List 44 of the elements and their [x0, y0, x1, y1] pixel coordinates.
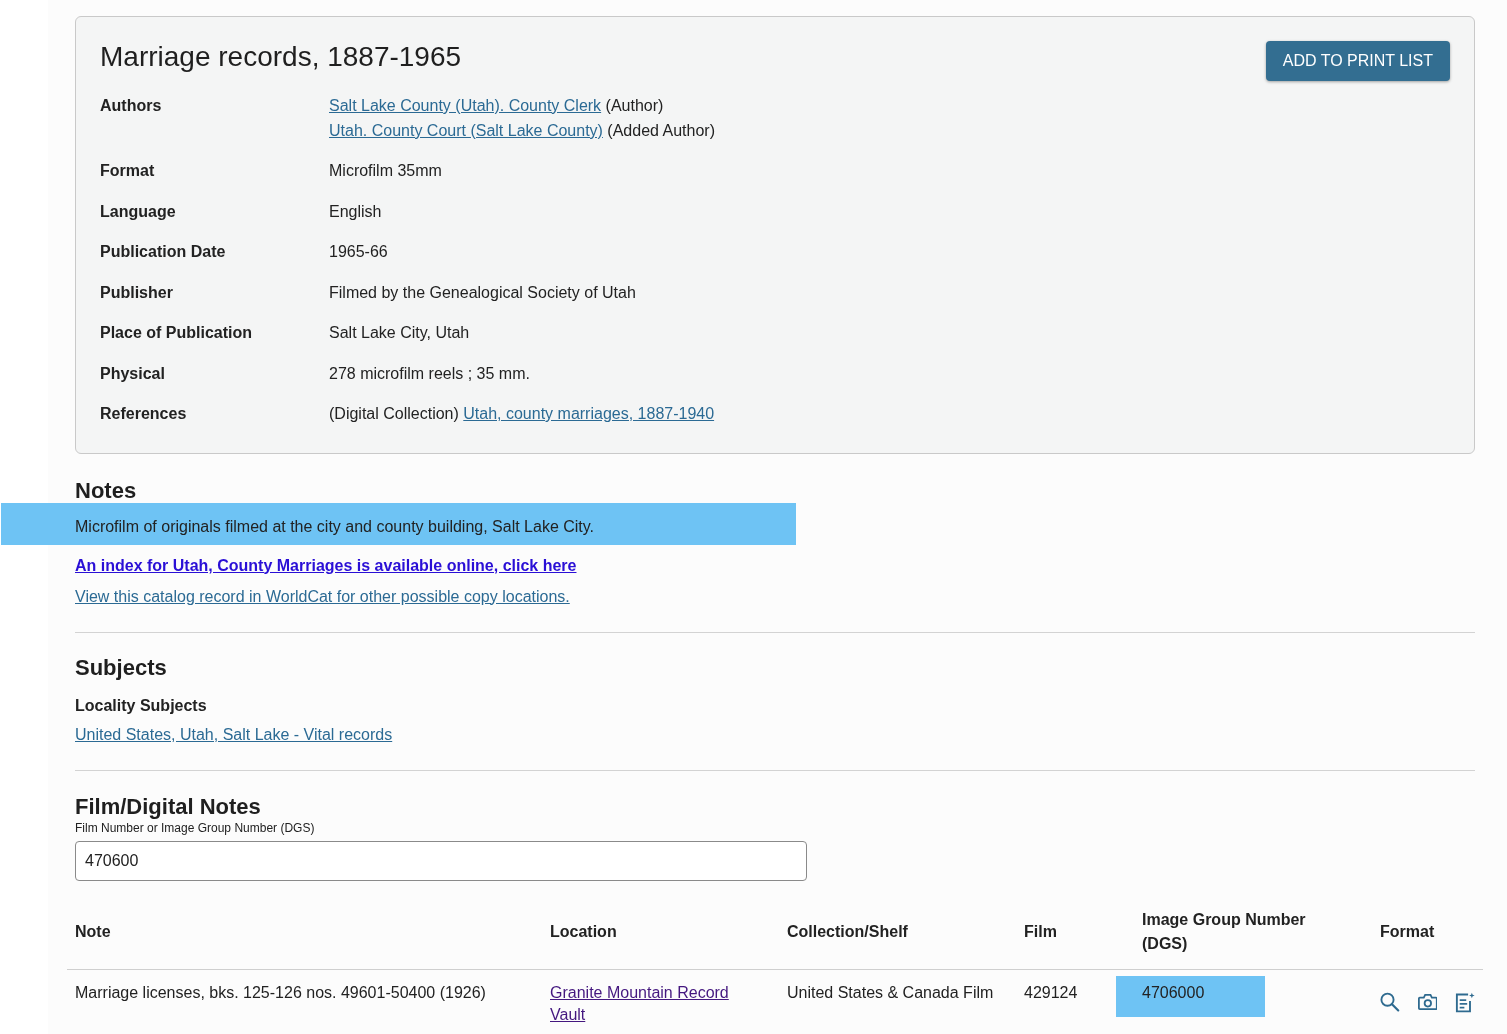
field-link[interactable]: Utah. County Court (Salt Lake County)	[329, 121, 603, 139]
column-header: Film	[1024, 921, 1057, 942]
subject-link[interactable]: United States, Utah, Salt Lake - Vital records	[75, 725, 393, 743]
field-label: Publication Date	[100, 242, 227, 262]
field-value: Microfilm 35mm	[329, 161, 443, 181]
section-heading: Notes	[75, 477, 138, 504]
field-label: Place of Publication	[100, 323, 254, 343]
field-label: Authors	[100, 96, 163, 116]
field-value: English	[329, 201, 383, 222]
column-header: Location	[550, 921, 617, 942]
column-header: Collection/Shelf	[787, 921, 908, 942]
field-label: Publisher	[100, 282, 174, 303]
table-cell: 4706000	[1116, 975, 1265, 1017]
field-label: References	[100, 404, 188, 424]
column-header: Image Group Number (DGS)	[1142, 909, 1307, 954]
film-number-field[interactable]: 470600	[75, 840, 807, 881]
field-value: Salt Lake County (Utah). County Clerk (Author)	[329, 96, 665, 116]
location-link[interactable]: Granite Mountain Record Vault	[550, 981, 746, 1026]
field-value: Filmed by the Genealogical Society of Utah	[329, 282, 637, 303]
field-link[interactable]: Salt Lake County (Utah). County Clerk	[329, 97, 602, 114]
field-label: Physical	[100, 363, 166, 384]
field-value: 1965-66	[329, 242, 389, 262]
column-header: Format	[1380, 921, 1435, 942]
field-label: Film Number or Image Group Number (DGS)	[75, 820, 316, 835]
field-value: Utah. County Court (Salt Lake County) (Added Author)	[329, 120, 716, 141]
add-to-print-list-button[interactable]: ADD TO PRINT LIST	[1265, 41, 1450, 81]
field-value: (Digital Collection) Utah, county marriages, 1887-1940	[329, 404, 716, 424]
index-link[interactable]: An index for Utah, County Marriages is available online, click here	[75, 556, 577, 574]
section-heading: Subjects	[75, 654, 168, 681]
field-value: Salt Lake City, Utah	[329, 323, 471, 343]
field-label: Format	[100, 161, 156, 181]
note-text: Microfilm of originals filmed at the city and county building, Salt Lake City.	[1, 502, 796, 545]
field-link[interactable]: Utah, county marriages, 1887-1940	[463, 405, 715, 422]
record-title: Marriage records, 1887-1965	[100, 40, 462, 74]
column-header: Note	[75, 921, 111, 942]
search-icon[interactable]	[1380, 990, 1400, 1013]
field-label: Language	[100, 201, 177, 222]
subject-group-title: Locality Subjects	[75, 695, 208, 716]
table-cell-text: United States & Canada Film	[787, 982, 994, 1003]
table-cell-text: 429124	[1024, 982, 1078, 1003]
worldcat-link[interactable]: View this catalog record in WorldCat for other possible copy locations.	[75, 587, 570, 605]
field-value: 278 microfilm reels ; 35 mm.	[329, 363, 531, 384]
table-cell-text: Marriage licenses, bks. 125-126 nos. 49601-50400 (1926)	[75, 982, 486, 1003]
section-heading: Film/Digital Notes	[75, 793, 262, 820]
